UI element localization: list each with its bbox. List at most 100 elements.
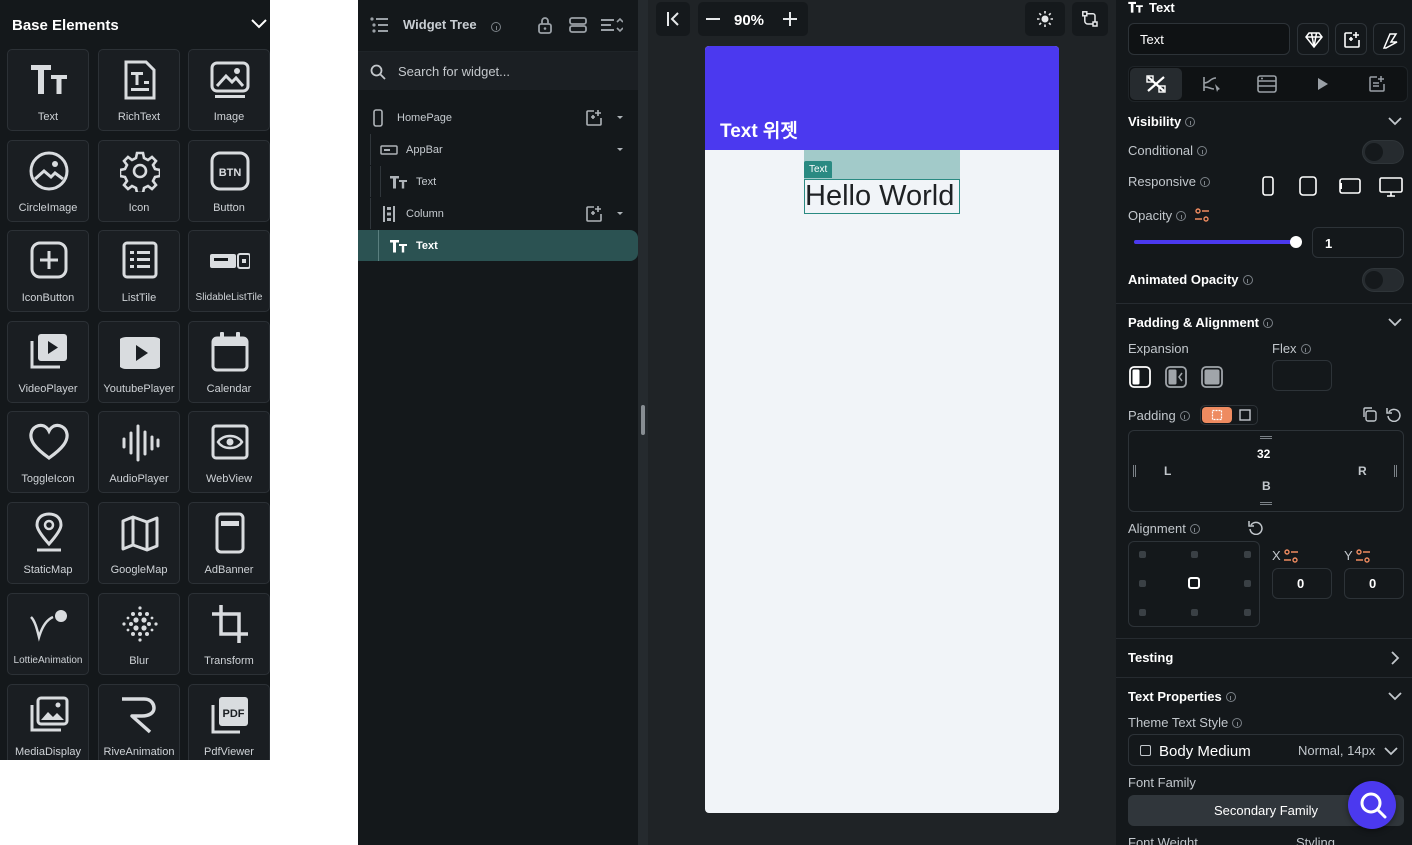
caret-down-icon[interactable] — [616, 147, 624, 153]
caret-down-icon[interactable] — [616, 115, 624, 121]
opacity-input[interactable]: 1 — [1312, 227, 1404, 258]
diamond-button[interactable] — [1297, 23, 1329, 55]
tree-node-appbar[interactable]: AppBar — [358, 134, 638, 165]
tile-riveanimation[interactable]: RiveAnimation — [98, 684, 180, 760]
opacity-slider-track[interactable] — [1134, 236, 1302, 248]
conditional-toggle[interactable] — [1362, 140, 1404, 164]
align-bottom-left[interactable] — [1139, 609, 1146, 616]
tile-webview[interactable]: WebView — [188, 411, 270, 493]
chevron-down-icon[interactable] — [250, 18, 268, 30]
info-icon[interactable] — [491, 18, 501, 36]
tile-iconbutton[interactable]: IconButton — [7, 230, 89, 312]
add-widget-button[interactable] — [1335, 23, 1367, 55]
tile-mediadisplay[interactable]: MediaDisplay — [7, 684, 89, 760]
tree-node-column[interactable]: Column — [358, 198, 638, 229]
opacity-slider-thumb[interactable] — [1290, 236, 1302, 248]
pad-bottom-handle[interactable] — [1260, 502, 1272, 505]
pad-left-handle[interactable] — [1133, 465, 1136, 477]
pad-top-value[interactable]: 32 — [1257, 447, 1270, 461]
tab-animations[interactable] — [1317, 77, 1329, 91]
chevron-down-icon[interactable] — [1388, 117, 1402, 126]
padding-single-button[interactable] — [1239, 409, 1251, 421]
tab-properties[interactable] — [1130, 68, 1182, 100]
tile-richtext[interactable]: RichText — [98, 49, 180, 131]
tab-actions[interactable] — [1201, 75, 1221, 93]
animated-opacity-toggle[interactable] — [1362, 268, 1404, 292]
zoom-in-icon[interactable] — [783, 12, 797, 26]
zoom-out-icon[interactable] — [706, 18, 720, 20]
padding-all-sides-button[interactable] — [1202, 407, 1232, 423]
align-top-left[interactable] — [1139, 551, 1146, 558]
tree-node-column-text[interactable]: Text — [358, 230, 638, 261]
variable-link-icon[interactable] — [1195, 208, 1209, 222]
theme-toggle-button[interactable] — [1025, 2, 1065, 36]
layers-icon[interactable] — [569, 16, 587, 34]
search-fab-button[interactable] — [1348, 781, 1396, 829]
align-x-input[interactable]: 0 — [1272, 568, 1332, 599]
tablet-visibility-icon[interactable] — [1299, 176, 1317, 196]
phone-visibility-icon[interactable] — [1262, 176, 1274, 196]
pad-right-value[interactable]: R — [1358, 464, 1367, 478]
preview-appbar[interactable]: Text 위젯 — [705, 46, 1059, 150]
reset-icon[interactable] — [1386, 407, 1401, 422]
wrap-widget-button[interactable] — [1373, 23, 1405, 55]
pad-top-handle[interactable] — [1260, 436, 1272, 439]
phone-preview[interactable]: Text 위젯 Text Hello World — [705, 46, 1059, 813]
tablet-landscape-visibility-icon[interactable] — [1339, 178, 1361, 194]
widget-search-input[interactable]: Search for widget... — [358, 52, 638, 90]
tile-slidablelisttile[interactable]: SlidableListTile — [188, 230, 270, 312]
expansion-default-icon[interactable] — [1129, 366, 1151, 388]
flex-input[interactable] — [1272, 360, 1332, 391]
caret-down-icon[interactable] — [616, 211, 624, 217]
align-center-right[interactable] — [1244, 580, 1251, 587]
tile-pdfviewer[interactable]: PDF PdfViewer — [188, 684, 270, 760]
copy-icon[interactable] — [1362, 407, 1377, 422]
pad-right-handle[interactable] — [1394, 465, 1397, 477]
testing-title[interactable]: Testing — [1128, 650, 1173, 665]
preview-text-widget[interactable]: Hello World — [804, 179, 960, 214]
reset-icon[interactable] — [1248, 520, 1263, 535]
tile-circleimage[interactable]: CircleImage — [7, 140, 89, 222]
tile-listtile[interactable]: ListTile — [98, 230, 180, 312]
collapse-left-button[interactable] — [656, 2, 690, 36]
add-child-icon[interactable] — [585, 205, 603, 223]
tile-youtubeplayer[interactable]: YoutubePlayer — [98, 321, 180, 403]
expansion-flexible-icon[interactable] — [1165, 366, 1187, 388]
resize-grip[interactable] — [641, 405, 645, 435]
desktop-visibility-icon[interactable] — [1379, 177, 1403, 197]
tile-staticmap[interactable]: StaticMap — [7, 502, 89, 584]
panel-resize-divider[interactable] — [638, 0, 648, 845]
tree-node-homepage[interactable]: HomePage — [358, 102, 638, 133]
align-bottom-right[interactable] — [1244, 609, 1251, 616]
tile-lottieanimation[interactable]: LottieAnimation — [7, 593, 89, 675]
tile-icon[interactable]: Icon — [98, 140, 180, 222]
tile-calendar[interactable]: Calendar — [188, 321, 270, 403]
connections-button[interactable] — [1072, 2, 1108, 36]
tab-documentation[interactable] — [1368, 75, 1386, 93]
tile-audioplayer[interactable]: AudioPlayer — [98, 411, 180, 493]
align-y-input[interactable]: 0 — [1344, 568, 1404, 599]
tile-adbanner[interactable]: AdBanner — [188, 502, 270, 584]
add-child-icon[interactable] — [585, 109, 603, 127]
pad-bottom-value[interactable]: B — [1262, 479, 1271, 493]
expansion-expanded-icon[interactable] — [1201, 366, 1223, 388]
chevron-down-icon[interactable] — [1388, 318, 1402, 327]
align-top-center[interactable] — [1191, 551, 1198, 558]
chevron-down-icon[interactable] — [1388, 692, 1402, 701]
align-bottom-center[interactable] — [1191, 609, 1198, 616]
align-center-selected[interactable] — [1188, 577, 1200, 589]
widget-name-input[interactable]: Text — [1128, 23, 1290, 55]
chevron-right-icon[interactable] — [1391, 651, 1400, 665]
theme-text-style-dropdown[interactable]: Body Medium Normal, 14px — [1128, 734, 1404, 766]
tile-blur[interactable]: Blur — [98, 593, 180, 675]
tree-node-appbar-text[interactable]: Text — [358, 166, 638, 197]
collapse-tree-icon[interactable] — [601, 17, 623, 33]
align-center-left[interactable] — [1139, 580, 1146, 587]
base-elements-header[interactable]: Base Elements — [0, 0, 270, 48]
tab-backend-query[interactable] — [1257, 75, 1277, 93]
tile-toggleicon[interactable]: ToggleIcon — [7, 411, 89, 493]
variable-link-icon[interactable] — [1284, 549, 1298, 563]
pad-left-value[interactable]: L — [1164, 464, 1171, 478]
tile-googlemap[interactable]: GoogleMap — [98, 502, 180, 584]
variable-link-icon[interactable] — [1356, 549, 1370, 563]
